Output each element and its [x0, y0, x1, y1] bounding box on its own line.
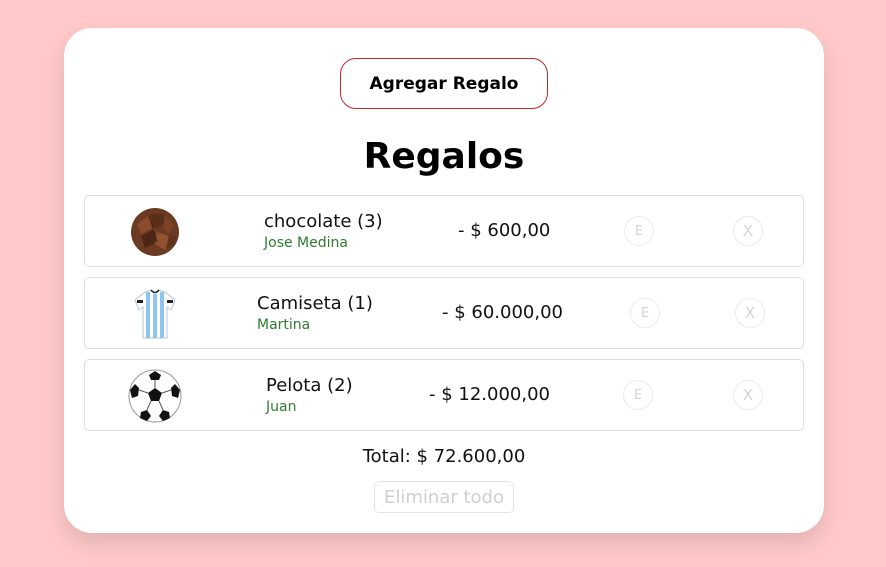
jersey-image — [127, 286, 183, 342]
chocolate-image — [127, 204, 183, 260]
delete-button[interactable]: X — [733, 216, 763, 246]
gift-price: - $ 60.000,00 — [442, 302, 563, 323]
gift-recipient: Jose Medina — [264, 235, 348, 251]
total-amount: Total: $ 72.600,00 — [362, 446, 526, 467]
gift-info: chocolate (3) Jose Medina — [264, 211, 383, 251]
gift-card: Agregar Regalo Regalos chocolate (3) Jos… — [64, 28, 824, 533]
gift-info: Camiseta (1) Martina — [257, 293, 373, 333]
gift-price: - $ 600,00 — [458, 220, 551, 241]
gift-list: chocolate (3) Jose Medina - $ 600,00 E X — [84, 195, 804, 441]
soccer-ball-image — [127, 368, 183, 424]
clear-all-button[interactable]: Eliminar todo — [374, 481, 514, 513]
add-gift-button[interactable]: Agregar Regalo — [340, 58, 548, 109]
gift-name: Camiseta (1) — [257, 293, 373, 314]
edit-button[interactable]: E — [624, 216, 654, 246]
delete-button[interactable]: X — [735, 298, 765, 328]
edit-button[interactable]: E — [630, 298, 660, 328]
gift-price: - $ 12.000,00 — [429, 384, 550, 405]
gift-name: Pelota (2) — [266, 375, 353, 396]
gift-recipient: Martina — [257, 317, 311, 333]
gift-info: Pelota (2) Juan — [266, 375, 353, 415]
list-item: Pelota (2) Juan - $ 12.000,00 E X — [84, 359, 804, 431]
page-title: Regalos — [363, 136, 525, 177]
edit-button[interactable]: E — [623, 380, 653, 410]
gift-name: chocolate (3) — [264, 211, 383, 232]
delete-button[interactable]: X — [733, 380, 763, 410]
list-item: chocolate (3) Jose Medina - $ 600,00 E X — [84, 195, 804, 267]
list-item: Camiseta (1) Martina - $ 60.000,00 E X — [84, 277, 804, 349]
gift-recipient: Juan — [266, 399, 297, 415]
